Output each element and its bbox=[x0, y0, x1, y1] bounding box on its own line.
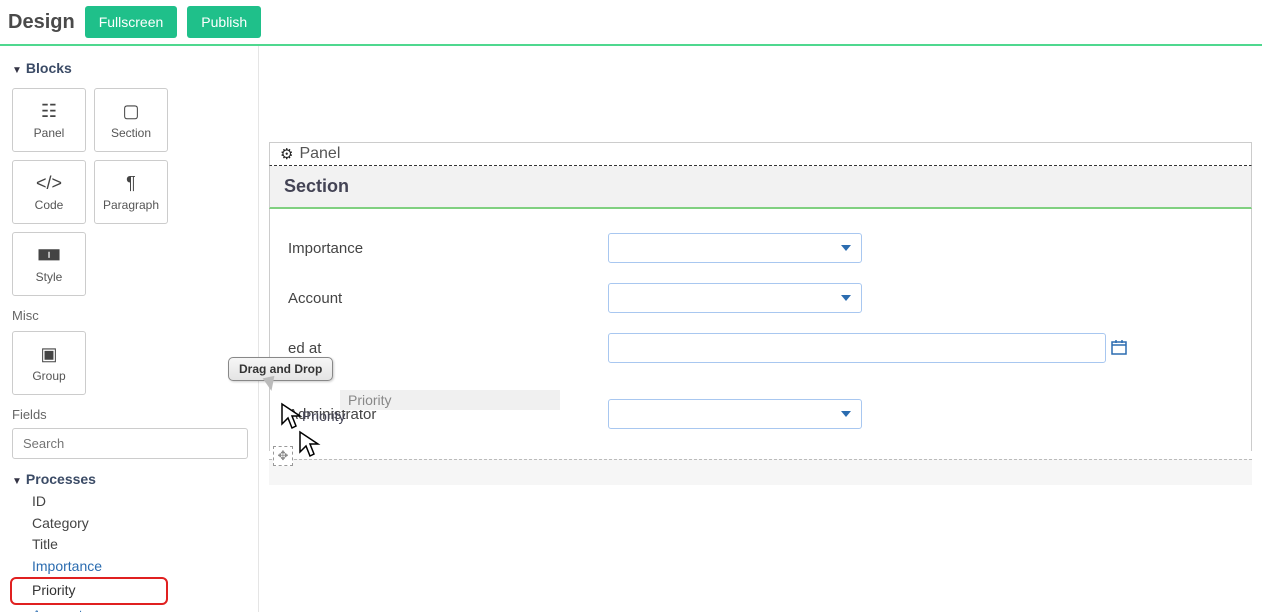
select-account[interactable] bbox=[608, 283, 862, 313]
misc-heading: Misc bbox=[12, 308, 246, 323]
block-label: Group bbox=[32, 369, 65, 383]
block-label: Paragraph bbox=[103, 198, 159, 212]
canvas[interactable]: ⚙ Panel Section Importance Account ed at… bbox=[258, 46, 1262, 612]
select-administrator[interactable] bbox=[608, 399, 862, 429]
block-label: Style bbox=[36, 270, 63, 284]
block-style[interactable]: 🀰 Style bbox=[12, 232, 86, 296]
form-body: Importance Account ed at Administrator bbox=[269, 209, 1252, 451]
section-icon: ▢ bbox=[122, 101, 139, 122]
drag-ghost-priority-2: Priority bbox=[302, 408, 346, 424]
row-account: Account bbox=[270, 273, 1251, 323]
code-icon: </> bbox=[36, 173, 62, 194]
main-area: Blocks ☷ Panel ▢ Section </> Code ¶ Para… bbox=[0, 46, 1262, 612]
group-icon: ▣ bbox=[40, 344, 57, 365]
style-icon: 🀰 bbox=[37, 245, 62, 266]
paragraph-icon: ¶ bbox=[126, 173, 136, 194]
processes-header[interactable]: Processes bbox=[12, 467, 246, 491]
label-importance: Importance bbox=[288, 240, 608, 257]
panel-icon: ☷ bbox=[41, 101, 57, 122]
row-finished-at: ed at bbox=[270, 323, 1251, 373]
search-input[interactable] bbox=[12, 428, 248, 459]
panel-header-label: Panel bbox=[299, 145, 340, 163]
block-section[interactable]: ▢ Section bbox=[94, 88, 168, 152]
drag-tooltip-tail bbox=[263, 376, 278, 392]
field-id[interactable]: ID bbox=[12, 491, 246, 513]
fields-tree: Processes ID Category Title Importance P… bbox=[12, 467, 246, 612]
blocks-grid: ☷ Panel ▢ Section </> Code ¶ Paragraph 🀰… bbox=[12, 88, 246, 296]
misc-grid: ▣ Group bbox=[12, 331, 246, 395]
field-importance[interactable]: Importance bbox=[12, 556, 246, 578]
drag-ghost-priority: Priority bbox=[340, 390, 560, 410]
block-group[interactable]: ▣ Group bbox=[12, 331, 86, 395]
block-code[interactable]: </> Code bbox=[12, 160, 86, 224]
block-paragraph[interactable]: ¶ Paragraph bbox=[94, 160, 168, 224]
chevron-down-icon bbox=[841, 245, 851, 251]
date-finished-at[interactable] bbox=[608, 333, 1106, 363]
fields-heading: Fields bbox=[12, 407, 246, 422]
row-importance: Importance bbox=[270, 223, 1251, 273]
field-priority-highlighted[interactable]: Priority bbox=[10, 577, 168, 605]
block-label: Panel bbox=[34, 126, 65, 140]
publish-button[interactable]: Publish bbox=[187, 6, 261, 38]
field-title[interactable]: Title bbox=[12, 534, 246, 556]
block-label: Section bbox=[111, 126, 151, 140]
page-title: Design bbox=[8, 11, 75, 34]
gears-icon: ⚙ bbox=[280, 145, 293, 163]
drag-tooltip: Drag and Drop bbox=[228, 357, 333, 381]
panel-header[interactable]: ⚙ Panel bbox=[269, 142, 1252, 166]
label-account: Account bbox=[288, 290, 608, 307]
chevron-down-icon bbox=[841, 411, 851, 417]
block-panel[interactable]: ☷ Panel bbox=[12, 88, 86, 152]
move-icon[interactable]: ✥ bbox=[273, 446, 293, 466]
fullscreen-button[interactable]: Fullscreen bbox=[85, 6, 178, 38]
field-account[interactable]: Account bbox=[12, 605, 246, 612]
field-category[interactable]: Category bbox=[12, 513, 246, 535]
sidebar: Blocks ☷ Panel ▢ Section </> Code ¶ Para… bbox=[0, 46, 258, 612]
label-finished-at: ed at bbox=[288, 340, 608, 357]
select-importance[interactable] bbox=[608, 233, 862, 263]
calendar-icon[interactable] bbox=[1111, 339, 1127, 355]
chevron-down-icon bbox=[841, 295, 851, 301]
drop-zone[interactable]: ✥ bbox=[269, 459, 1252, 485]
top-bar: Design Fullscreen Publish bbox=[0, 0, 1262, 46]
section-header[interactable]: Section bbox=[269, 166, 1252, 209]
blocks-section-header[interactable]: Blocks bbox=[12, 56, 246, 80]
block-label: Code bbox=[35, 198, 64, 212]
